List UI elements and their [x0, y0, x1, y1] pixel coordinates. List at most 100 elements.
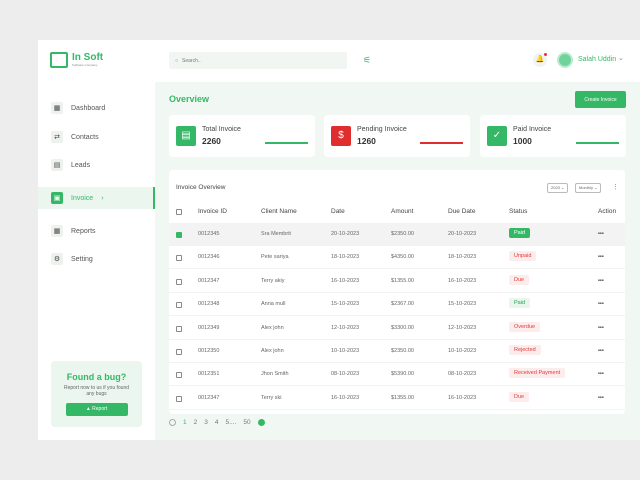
table-cell: 16-10-2023	[448, 394, 477, 401]
row-actions-menu[interactable]: •••	[598, 325, 604, 331]
stat-card: ✓ Paid Invoice 1000	[480, 115, 626, 157]
row-checkbox[interactable]	[176, 325, 182, 332]
table-cell: 18-10-2023	[448, 254, 477, 261]
stat-card: $ Pending Invoice 1260	[324, 115, 470, 157]
table-cell: 0012346	[198, 254, 220, 261]
sidebar-item-contacts[interactable]: ⇄ Contacts	[38, 126, 155, 148]
column-header: Date	[331, 208, 345, 215]
table-cell: 08-10-2023	[448, 371, 477, 378]
table-cell: 15-10-2023	[448, 301, 477, 308]
stat-value: 2260	[202, 136, 221, 146]
year-select[interactable]: 2023 ⌄	[547, 183, 569, 193]
table-row[interactable]: 0012351 Jhon Smith 08-10-2023 $5390.00 08-10…	[169, 363, 625, 387]
row-actions-menu[interactable]: •••	[598, 395, 604, 401]
row-actions-menu[interactable]: •••	[598, 278, 604, 284]
next-page-icon[interactable]	[257, 419, 265, 426]
user-name[interactable]: Salah Uddin	[578, 56, 616, 63]
row-actions-menu[interactable]: •••	[598, 254, 604, 260]
row-checkbox[interactable]	[176, 372, 182, 379]
table-cell: $1355.00	[391, 277, 414, 284]
page-link[interactable]: 5....	[226, 419, 237, 426]
bug-title: Found a bug?	[66, 372, 127, 382]
table-cell: Alex john	[261, 324, 284, 331]
table-cell: 16-10-2023	[331, 394, 360, 401]
table-cell: 16-10-2023	[331, 277, 360, 284]
column-header: Status	[509, 208, 528, 215]
bug-text: Report now to us if you found any bugs	[63, 385, 130, 397]
table-cell: Pete sariya	[261, 254, 289, 261]
table-cell: Anna mull	[261, 301, 286, 308]
sidebar-item-leads[interactable]: ▤ Leads	[38, 154, 155, 176]
row-actions-menu[interactable]: •••	[598, 371, 604, 377]
row-checkbox[interactable]	[176, 302, 182, 309]
period-value: Monthly	[579, 185, 594, 190]
filter-sliders-icon[interactable]: ⚟	[363, 55, 371, 66]
brand-tagline: Software Company	[72, 63, 98, 67]
create-invoice-button[interactable]: Create Invoice	[575, 91, 626, 108]
notification-bell-icon[interactable]: 🔔	[533, 53, 547, 67]
table-cell: 15-10-2023	[331, 301, 360, 308]
chevron-down-icon[interactable]: ⌄	[618, 54, 624, 62]
row-checkbox[interactable]	[176, 278, 182, 285]
search-icon: ○	[175, 57, 179, 64]
logo-icon	[50, 52, 68, 68]
sidebar-item-label: Contacts	[71, 133, 99, 141]
prev-page-icon[interactable]	[169, 419, 176, 426]
gear-icon: ⚙	[51, 253, 63, 265]
table-row[interactable]: 0012347 Terry ski 16-10-2023 $1355.00 16-10-…	[169, 387, 625, 410]
invoice-stat-icon: ▤	[176, 126, 196, 146]
table-cell: 20-10-2023	[448, 231, 477, 237]
report-button[interactable]: ▲ Report	[65, 402, 128, 416]
page-link[interactable]: 2	[194, 419, 198, 426]
contacts-icon: ⇄	[51, 131, 63, 143]
period-select[interactable]: Monthly ⌄	[575, 183, 602, 193]
column-header: Action	[598, 208, 617, 215]
search-input[interactable]: ○ Search..	[169, 52, 347, 69]
status-badge: Paid	[509, 228, 531, 238]
stat-label: Pending Invoice	[357, 126, 407, 133]
table-cell: $3300.00	[391, 324, 414, 331]
table-row[interactable]: 0012349 Alex john 12-10-2023 $3300.00 12-10-…	[169, 317, 625, 340]
page-link[interactable]: 4	[215, 419, 219, 426]
page-link[interactable]: 50	[243, 419, 250, 426]
sidebar-item-label: Invoice	[71, 194, 94, 202]
status-badge: Rejected	[509, 345, 541, 355]
page-link[interactable]: 3	[204, 419, 208, 426]
row-checkbox[interactable]	[176, 232, 182, 238]
sidebar-item-dashboard[interactable]: ▦ Dashboard	[38, 97, 155, 119]
bug-report-card: Found a bug? Report now to us if you fou…	[51, 361, 142, 427]
stat-trend-line	[576, 142, 619, 144]
table-row[interactable]: 0012346 Pete sariya 18-10-2023 $4350.00 18-1…	[169, 246, 625, 270]
table-cell: $5390.00	[391, 371, 414, 378]
status-badge: Due	[509, 274, 530, 285]
search-placeholder: Search..	[182, 57, 201, 64]
row-checkbox[interactable]	[176, 349, 182, 355]
sidebar-item-setting[interactable]: ⚙ Setting	[38, 248, 155, 270]
row-actions-menu[interactable]: •••	[598, 348, 604, 354]
row-actions-menu[interactable]: •••	[598, 231, 604, 237]
table-cell: 12-10-2023	[331, 324, 360, 331]
table-row[interactable]: 0012350 Alex john 10-10-2023 $2350.00 10-10-…	[169, 340, 625, 363]
table-row[interactable]: 0012345 Sra Membrit 20-10-2023 $2350.00 20-1…	[169, 223, 625, 246]
row-checkbox[interactable]	[176, 395, 182, 402]
pagination: 1 2 3 4 5.... 50	[169, 419, 265, 426]
grid-icon: ▦	[51, 102, 63, 114]
column-header: Amount	[391, 208, 414, 215]
table-cell: Terry akiy	[261, 277, 285, 284]
logo[interactable]: In Soft Software Company	[50, 52, 103, 68]
stat-trend-line	[420, 142, 463, 144]
more-options-icon[interactable]: ⋮	[612, 183, 619, 191]
page-link[interactable]: 1	[183, 419, 187, 426]
row-checkbox[interactable]	[176, 255, 182, 262]
row-actions-menu[interactable]: •••	[598, 301, 604, 307]
table-cell: 10-10-2023	[448, 348, 477, 354]
select-all-checkbox[interactable]	[176, 209, 182, 215]
sidebar-item-label: Leads	[71, 161, 91, 169]
table-row[interactable]: 0012347 Terry akiy 16-10-2023 $1355.00 16-10…	[169, 270, 625, 293]
sidebar-item-reports[interactable]: ▦ Reports	[38, 220, 155, 242]
brand-name: In Soft	[72, 52, 104, 63]
sidebar-item-invoice[interactable]: ▣ Invoice ›	[38, 187, 155, 209]
table-cell: 10-10-2023	[331, 348, 360, 354]
table-row[interactable]: 0012348 Anna mull 15-10-2023 $2367.00 15-10-…	[169, 293, 625, 317]
avatar[interactable]	[557, 52, 573, 68]
